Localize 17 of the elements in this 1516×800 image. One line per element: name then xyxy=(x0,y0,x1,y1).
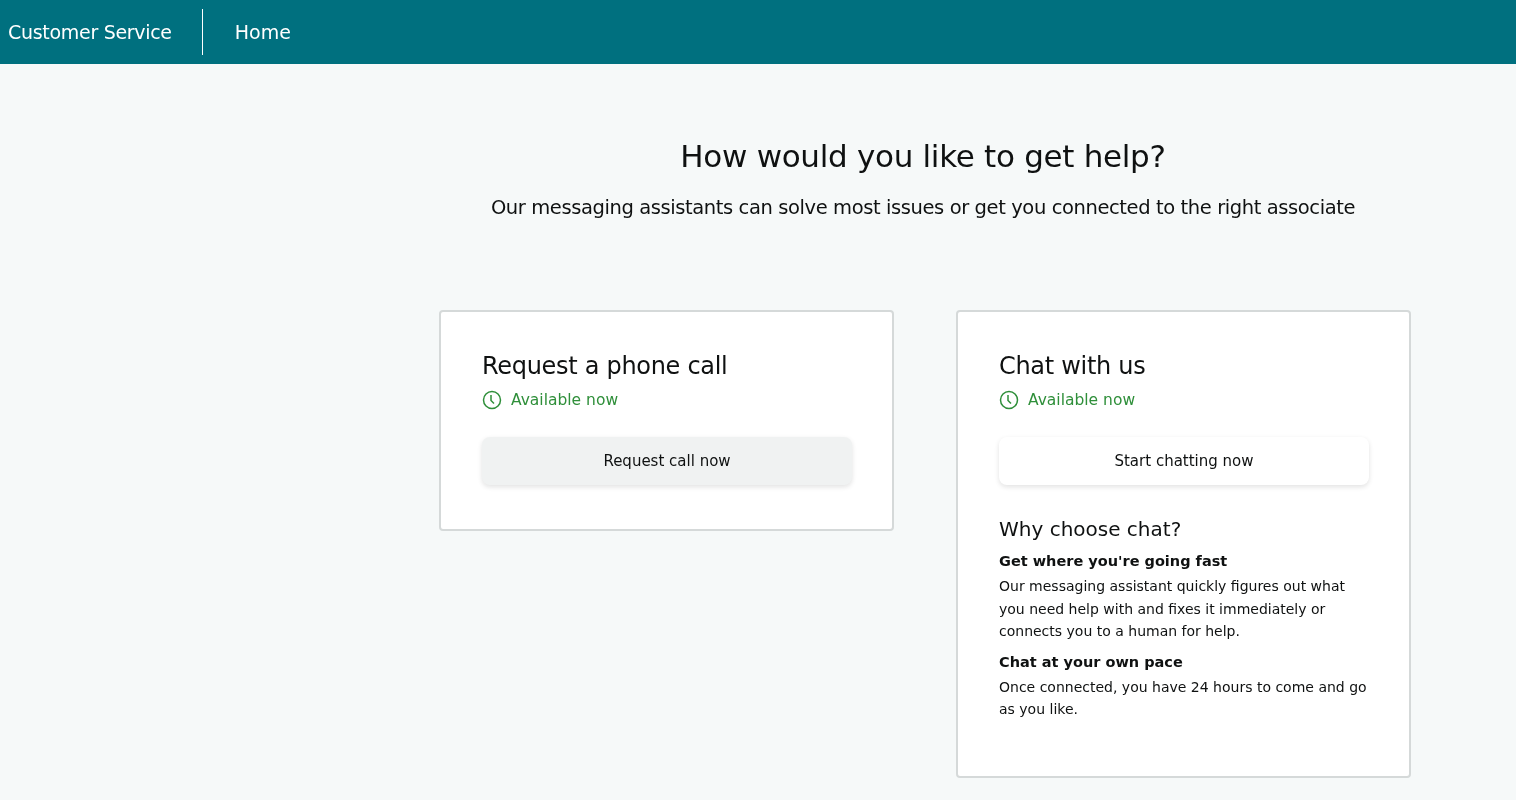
benefit-title: Chat at your own pace xyxy=(999,653,1184,670)
section-heading: Why choose chat? xyxy=(999,517,1183,541)
clock-icon xyxy=(482,390,502,410)
clock-icon xyxy=(999,390,1019,410)
card-title: Request a phone call xyxy=(482,352,729,380)
home-link[interactable]: Home xyxy=(202,21,291,43)
benefit-title: Get where you're going fast xyxy=(999,553,1229,569)
availability-status: Available now xyxy=(1028,391,1136,409)
card-title: Chat with us xyxy=(999,352,1147,380)
availability-status: Available now xyxy=(511,391,619,409)
page-heading: How would you like to get help? xyxy=(680,138,1166,174)
benefit-text: Our messaging assistant quickly figures out what you need help with and fixes it immediately or connects you to a human for help. xyxy=(999,577,1346,641)
action-button[interactable]: Request call now xyxy=(482,437,852,485)
action-button[interactable]: Start chatting now xyxy=(999,437,1369,485)
site-title[interactable]: Customer Service xyxy=(0,21,202,43)
page-subtitle: Our messaging assistants can solve most issues or get you connected to the right associate xyxy=(490,196,1356,219)
benefit-text: Once connected, you have 24 hours to come and go as you like. xyxy=(999,677,1368,719)
